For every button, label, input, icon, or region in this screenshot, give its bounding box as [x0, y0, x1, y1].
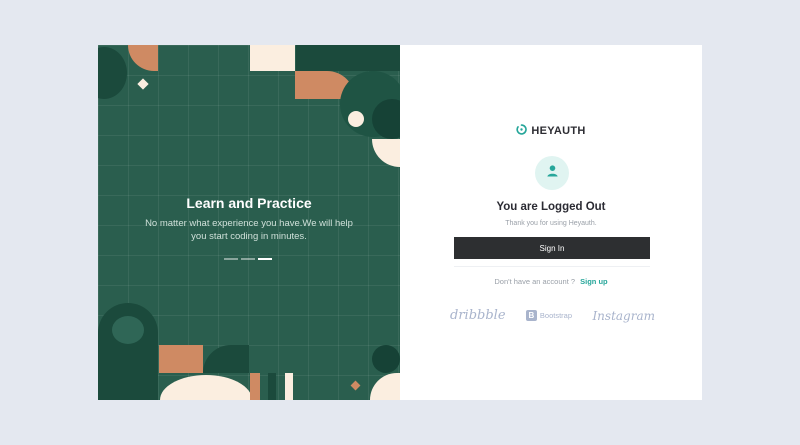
- carousel-dot[interactable]: [224, 258, 238, 260]
- signup-prompt-row: Don't have an account ? Sign up: [400, 277, 702, 286]
- user-icon: [546, 164, 559, 182]
- brand-logo-icon: [516, 122, 528, 140]
- divider: [454, 266, 650, 267]
- logout-title: You are Logged Out: [496, 201, 606, 213]
- deco-terracotta-block: [159, 345, 203, 373]
- user-avatar: [535, 156, 569, 190]
- carousel-indicators: [224, 258, 272, 260]
- auth-card: Learn and Practice No matter what experi…: [98, 45, 702, 400]
- slide-description: No matter what experience you have.We wi…: [145, 218, 353, 242]
- deco-cream-semicircle: [160, 375, 252, 400]
- deco-green-ring: [112, 316, 144, 344]
- deco-cream-bar: [285, 373, 293, 400]
- slide-title: Learn and Practice: [186, 195, 312, 211]
- instagram-logo: Instagram: [592, 308, 655, 323]
- signup-link[interactable]: Sign up: [580, 277, 608, 286]
- partner-logos: dribbble B Bootstrap Instagram: [450, 308, 655, 323]
- bootstrap-logo: B Bootstrap: [525, 310, 573, 321]
- dribbble-logo: dribbble: [450, 308, 506, 323]
- deco-cream-halfcircle: [372, 139, 400, 167]
- deco-cream-block: [250, 45, 295, 71]
- deco-cream-diamond: [137, 78, 149, 90]
- sign-in-button[interactable]: Sign In: [454, 237, 650, 259]
- carousel-dot[interactable]: [241, 258, 255, 260]
- carousel-dot-active[interactable]: [258, 258, 272, 260]
- bootstrap-icon: B: [525, 310, 537, 321]
- illustration-panel: Learn and Practice No matter what experi…: [98, 45, 400, 400]
- deco-terracotta-diamond: [350, 380, 361, 391]
- logout-subtitle: Thank you for using Heyauth.: [505, 220, 597, 227]
- brand-name: HEYAUTH: [531, 125, 586, 137]
- deco-cream-quarter: [370, 373, 400, 400]
- deco-dark-block: [296, 45, 400, 71]
- signup-prompt: Don't have an account ?: [494, 277, 576, 286]
- login-panel: HEYAUTH You are Logged Out Thank you for…: [400, 45, 702, 400]
- bootstrap-logo-text: Bootstrap: [539, 311, 573, 320]
- deco-terracotta-quarter: [128, 45, 158, 71]
- deco-cream-dot: [348, 111, 364, 127]
- deco-dark-bar: [268, 373, 276, 400]
- deco-dark-circle-small: [372, 345, 400, 373]
- deco-terracotta-bar: [250, 373, 260, 400]
- deco-dark-dome: [203, 345, 249, 373]
- brand[interactable]: HEYAUTH: [400, 122, 702, 140]
- deco-dark-halfcircle: [98, 47, 127, 99]
